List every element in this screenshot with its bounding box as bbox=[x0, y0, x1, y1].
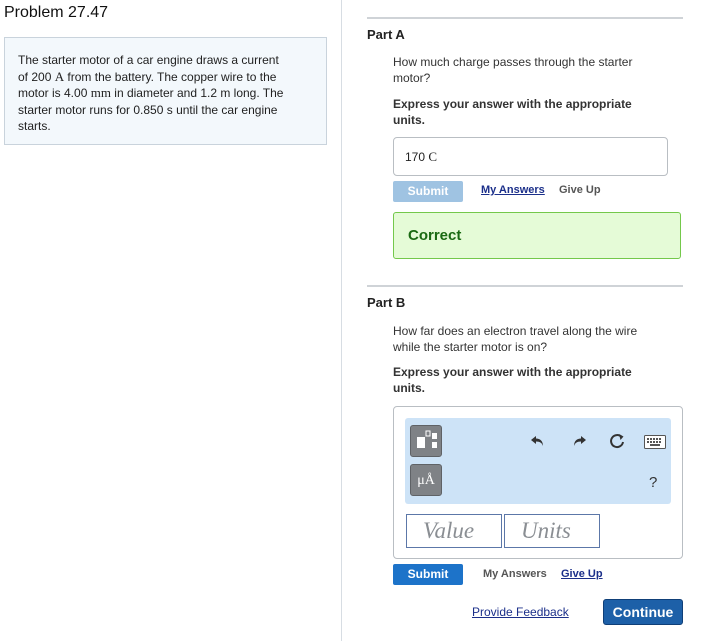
unit-ampere: A bbox=[54, 68, 65, 84]
problem-text-line: starter motor runs for 0.850 s until the… bbox=[18, 102, 278, 117]
part-a-title: Part A bbox=[367, 27, 405, 42]
redo-icon[interactable] bbox=[571, 433, 587, 452]
units-icon[interactable]: μÅ bbox=[410, 464, 442, 496]
question-line: How much charge passes through the start… bbox=[393, 55, 633, 69]
instruction-line: units. bbox=[393, 113, 425, 127]
part-a-rule bbox=[367, 17, 683, 19]
part-b-my-answers-label: My Answers bbox=[483, 568, 547, 580]
equation-toolbar: μÅ ? bbox=[405, 418, 671, 504]
problem-statement: The starter motor of a car engine draws … bbox=[4, 37, 327, 145]
templates-icon[interactable] bbox=[410, 425, 442, 457]
problem-text-line: starts. bbox=[18, 119, 51, 133]
answer-unit: C bbox=[428, 149, 438, 164]
question-line: while the starter motor is on? bbox=[393, 340, 548, 354]
undo-icon[interactable] bbox=[530, 433, 546, 452]
problem-text-line: motor is 4.00 mm in diameter and 1.2 m l… bbox=[18, 85, 314, 102]
part-a-instruction: Express your answer with the appropriate… bbox=[393, 96, 673, 128]
keyboard-icon[interactable] bbox=[644, 435, 666, 452]
problem-text-fragment: of 200 bbox=[18, 69, 55, 84]
instruction-line: Express your answer with the appropriate bbox=[393, 97, 632, 111]
reset-icon[interactable] bbox=[608, 432, 626, 453]
question-line: motor? bbox=[393, 71, 431, 85]
instruction-line: Express your answer with the appropriate bbox=[393, 365, 632, 379]
problem-text-line: The starter motor of a car engine draws … bbox=[18, 53, 279, 67]
problem-text-fragment: motor is 4.00 bbox=[18, 86, 91, 100]
part-b-instruction: Express your answer with the appropriate… bbox=[393, 364, 673, 396]
part-b-submit-button[interactable]: Submit bbox=[393, 564, 463, 585]
instruction-line: units. bbox=[393, 381, 425, 395]
part-b-title: Part B bbox=[367, 295, 406, 310]
value-input[interactable]: Value bbox=[406, 514, 502, 548]
part-a-my-answers-link[interactable]: My Answers bbox=[481, 184, 545, 196]
question-line: How far does an electron travel along th… bbox=[393, 324, 638, 338]
units-input[interactable]: Units bbox=[504, 514, 600, 548]
problem-title: Problem 27.47 bbox=[4, 4, 109, 21]
part-a-correct-banner: Correct bbox=[393, 212, 681, 259]
problem-text-fragment: from the battery. The copper wire to the bbox=[64, 69, 277, 84]
part-b-give-up-link[interactable]: Give Up bbox=[561, 568, 603, 580]
problem-text-line: of 200 A from the battery. The copper wi… bbox=[18, 69, 314, 86]
answer-value: 170 bbox=[405, 150, 426, 164]
part-b-question: How far does an electron travel along th… bbox=[393, 323, 673, 355]
part-b-rule bbox=[367, 285, 683, 287]
unit-millimeter: mm bbox=[90, 85, 111, 100]
continue-button[interactable]: Continue bbox=[603, 599, 683, 625]
part-a-answer-field[interactable]: 170 C bbox=[393, 137, 668, 176]
problem-text-fragment: in diameter and 1.2 m long. The bbox=[110, 86, 284, 100]
part-a-give-up-label: Give Up bbox=[559, 184, 601, 196]
part-b-answer-editor: μÅ ? Value Units bbox=[393, 406, 683, 559]
help-icon[interactable]: ? bbox=[649, 474, 657, 491]
part-a-submit-button[interactable]: Submit bbox=[393, 181, 463, 202]
problem-panel: Problem 27.47 The starter motor of a car… bbox=[0, 0, 341, 641]
templates-icon-graphic bbox=[417, 430, 437, 448]
column-divider bbox=[341, 0, 342, 641]
part-a-question: How much charge passes through the start… bbox=[393, 54, 673, 86]
provide-feedback-link[interactable]: Provide Feedback bbox=[472, 605, 569, 619]
